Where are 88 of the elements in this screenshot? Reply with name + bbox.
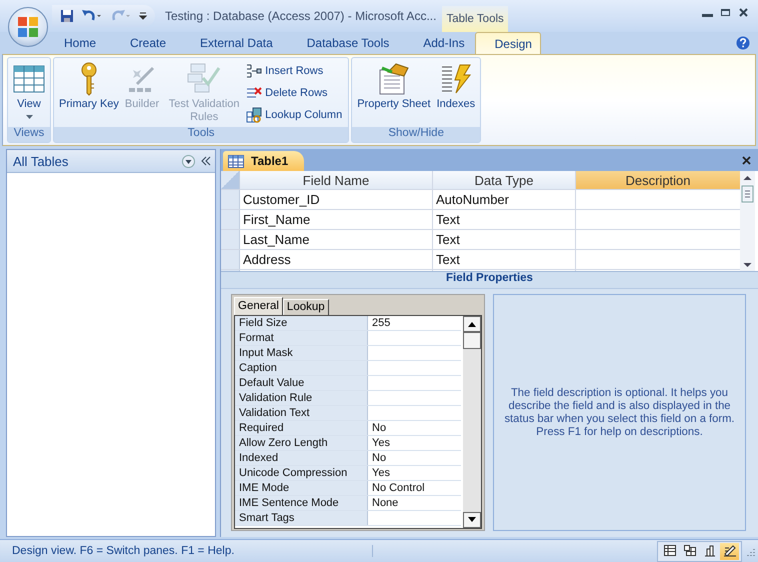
- maximize-icon: [720, 6, 730, 18]
- property-value-field[interactable]: Yes: [368, 466, 461, 480]
- group-label: Show/Hide: [352, 127, 480, 142]
- close-button[interactable]: [742, 156, 751, 164]
- lookup-column-icon: [246, 106, 262, 122]
- undo-arrow-icon: [81, 9, 103, 23]
- property-tab[interactable]: General: [234, 297, 283, 315]
- double-chevron-left-icon: [201, 156, 211, 166]
- datasheet-view-icon: [662, 544, 676, 558]
- ribbon-tab[interactable]: Home: [54, 32, 106, 54]
- help-text: The field description is optional. It helps you describe the field and is also displayed in the status bar when you select this field on a form. Press F1 for help on descriptions.: [503, 386, 736, 438]
- property-name: Default Value: [235, 376, 368, 390]
- table-cell[interactable]: Text: [433, 230, 576, 249]
- key-icon: [78, 62, 99, 96]
- design-view-icon: [722, 544, 736, 558]
- property-value-field[interactable]: Yes: [368, 436, 461, 450]
- property-name: Input Mask: [235, 346, 368, 360]
- table-cell[interactable]: Last_Name: [240, 230, 433, 249]
- ribbon-button[interactable]: Property Sheet: [354, 60, 434, 126]
- property-name: Unicode Compression: [235, 466, 368, 480]
- dropdown-caret-icon: [182, 154, 195, 168]
- dropdown-button[interactable]: [182, 154, 195, 168]
- section-title: Field Properties: [221, 272, 758, 289]
- office-button[interactable]: [8, 7, 48, 47]
- column-header[interactable]: Description: [576, 171, 741, 189]
- table-cell[interactable]: Text: [433, 250, 576, 269]
- ribbon-button[interactable]: Indexes: [434, 60, 478, 126]
- table-cell[interactable]: AutoNumber: [433, 190, 576, 209]
- ribbon-tab[interactable]: Design: [474, 32, 541, 54]
- property-name: Smart Tags: [235, 511, 368, 525]
- table-cell[interactable]: First_Name: [240, 210, 433, 229]
- ribbon-tab[interactable]: Database Tools: [296, 32, 400, 54]
- delete-rows-icon: [246, 86, 262, 100]
- table-cell[interactable]: Customer_ID: [240, 190, 433, 209]
- property-name: Required: [235, 421, 368, 435]
- property-name: Validation Text: [235, 406, 368, 420]
- property-name: Validation Rule: [235, 391, 368, 405]
- property-name: IME Sentence Mode: [235, 496, 368, 510]
- column-header[interactable]: Field Name: [240, 171, 433, 189]
- redo-arrow-icon: [110, 9, 132, 23]
- lightning-list-icon: [440, 63, 472, 95]
- property-value-field[interactable]: 255: [368, 316, 461, 330]
- ribbon-button[interactable]: Delete Rows: [246, 83, 346, 102]
- close-icon: [742, 156, 751, 164]
- ribbon-button[interactable]: Lookup Column: [246, 105, 346, 124]
- property-name: Indexed: [235, 451, 368, 465]
- table-cell[interactable]: Address: [240, 250, 433, 269]
- office-logo-icon: [16, 15, 40, 39]
- ribbon-button[interactable]: Primary Key: [56, 60, 122, 126]
- property-name: Caption: [235, 361, 368, 375]
- pivot-chart-view-icon: [702, 544, 716, 558]
- status-text: Design view. F6 = Switch panes. F1 = Help.: [0, 545, 373, 557]
- property-value-field[interactable]: No Control: [368, 481, 461, 495]
- table-icon: [13, 65, 45, 93]
- group-label: Tools: [54, 127, 348, 142]
- dropdown-caret-icon: [139, 12, 147, 20]
- property-sheet-icon: [378, 62, 410, 96]
- document-tab[interactable]: Table1: [223, 151, 304, 171]
- group-label: Views: [8, 127, 50, 142]
- save-button[interactable]: [58, 7, 76, 25]
- insert-rows-icon: [246, 64, 262, 78]
- pivot-table-view-icon: [682, 544, 696, 558]
- table-icon: [228, 154, 244, 168]
- close-icon: [738, 6, 748, 18]
- view-button[interactable]: [720, 542, 739, 560]
- ribbon-tab[interactable]: Add-Ins: [413, 32, 475, 54]
- column-header[interactable]: Data Type: [433, 171, 576, 189]
- property-name: Allow Zero Length: [235, 436, 368, 450]
- property-value-field[interactable]: No: [368, 421, 461, 435]
- ribbon-button[interactable]: View: [10, 60, 48, 126]
- ribbon-tab[interactable]: External Data: [190, 32, 283, 54]
- property-name: Format: [235, 331, 368, 345]
- ribbon-tab[interactable]: Create: [120, 32, 176, 54]
- property-value-field[interactable]: No: [368, 451, 461, 465]
- navigation-pane-title[interactable]: All Tables: [13, 154, 176, 168]
- property-name: IME Mode: [235, 481, 368, 495]
- help-icon: [736, 36, 750, 50]
- property-value-field[interactable]: None: [368, 496, 461, 510]
- minimize-icon: [702, 14, 712, 17]
- contextual-tab-label: Table Tools: [442, 6, 508, 32]
- collapse-pane-button[interactable]: [201, 156, 211, 166]
- table-cell[interactable]: Text: [433, 210, 576, 229]
- save-icon: [60, 9, 74, 23]
- property-tab[interactable]: Lookup: [282, 299, 329, 315]
- resize-grip-icon: [745, 546, 755, 556]
- property-name: Field Size: [235, 316, 368, 330]
- ribbon-button[interactable]: Insert Rows: [246, 61, 346, 80]
- window-title: Testing : Database (Access 2007) - Microsoft Acc...: [165, 9, 436, 23]
